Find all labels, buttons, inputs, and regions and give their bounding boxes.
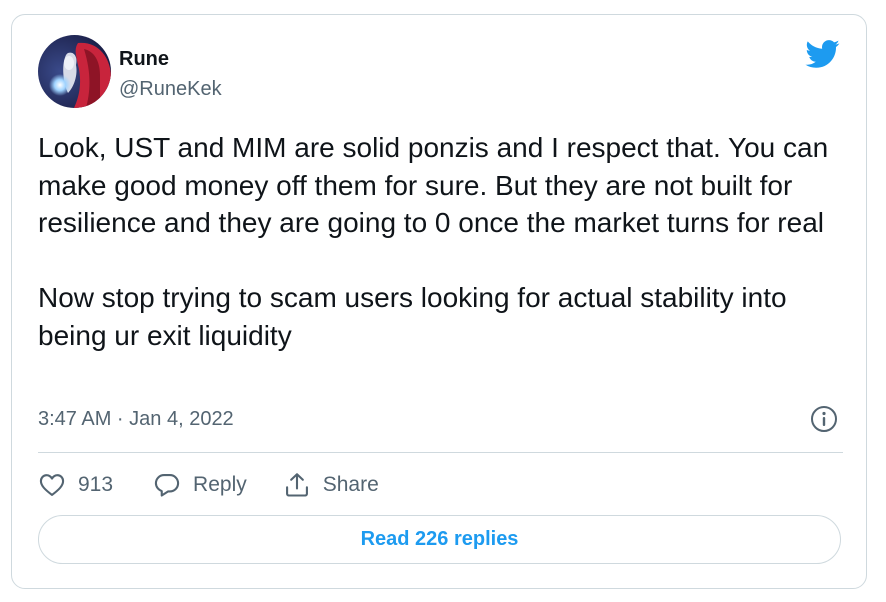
tweet-text-paragraph: Look, UST and MIM are solid ponzis and I… (38, 132, 829, 238)
tweet-text: Look, UST and MIM are solid ponzis and I… (38, 129, 848, 354)
tweet-card: Rune @RuneKek Look, UST and MIM are soli… (11, 14, 867, 589)
twitter-bird-icon[interactable] (804, 39, 840, 69)
reply-button[interactable]: Reply (153, 471, 247, 499)
like-button[interactable]: 913 (38, 471, 113, 499)
info-icon[interactable] (810, 405, 838, 433)
avatar[interactable] (38, 35, 111, 108)
share-label: Share (322, 473, 379, 496)
tweet-text-paragraph: Now stop trying to scam users looking fo… (38, 282, 787, 351)
heart-icon (39, 474, 65, 496)
reply-bubble-icon (154, 474, 180, 497)
share-icon (285, 473, 308, 497)
read-replies-button[interactable]: Read 226 replies (38, 515, 841, 564)
tweet-timestamp[interactable]: 3:47 AM · Jan 4, 2022 (38, 408, 234, 431)
tweet-actions: 913 Reply Share (38, 467, 379, 503)
share-button[interactable]: Share (283, 471, 379, 499)
likes-count: 913 (78, 473, 114, 496)
avatar-image (38, 35, 111, 108)
author-handle[interactable]: @RuneKek (119, 78, 222, 101)
reply-label: Reply (193, 473, 247, 496)
author-name[interactable]: Rune (119, 48, 169, 71)
divider (38, 452, 843, 453)
